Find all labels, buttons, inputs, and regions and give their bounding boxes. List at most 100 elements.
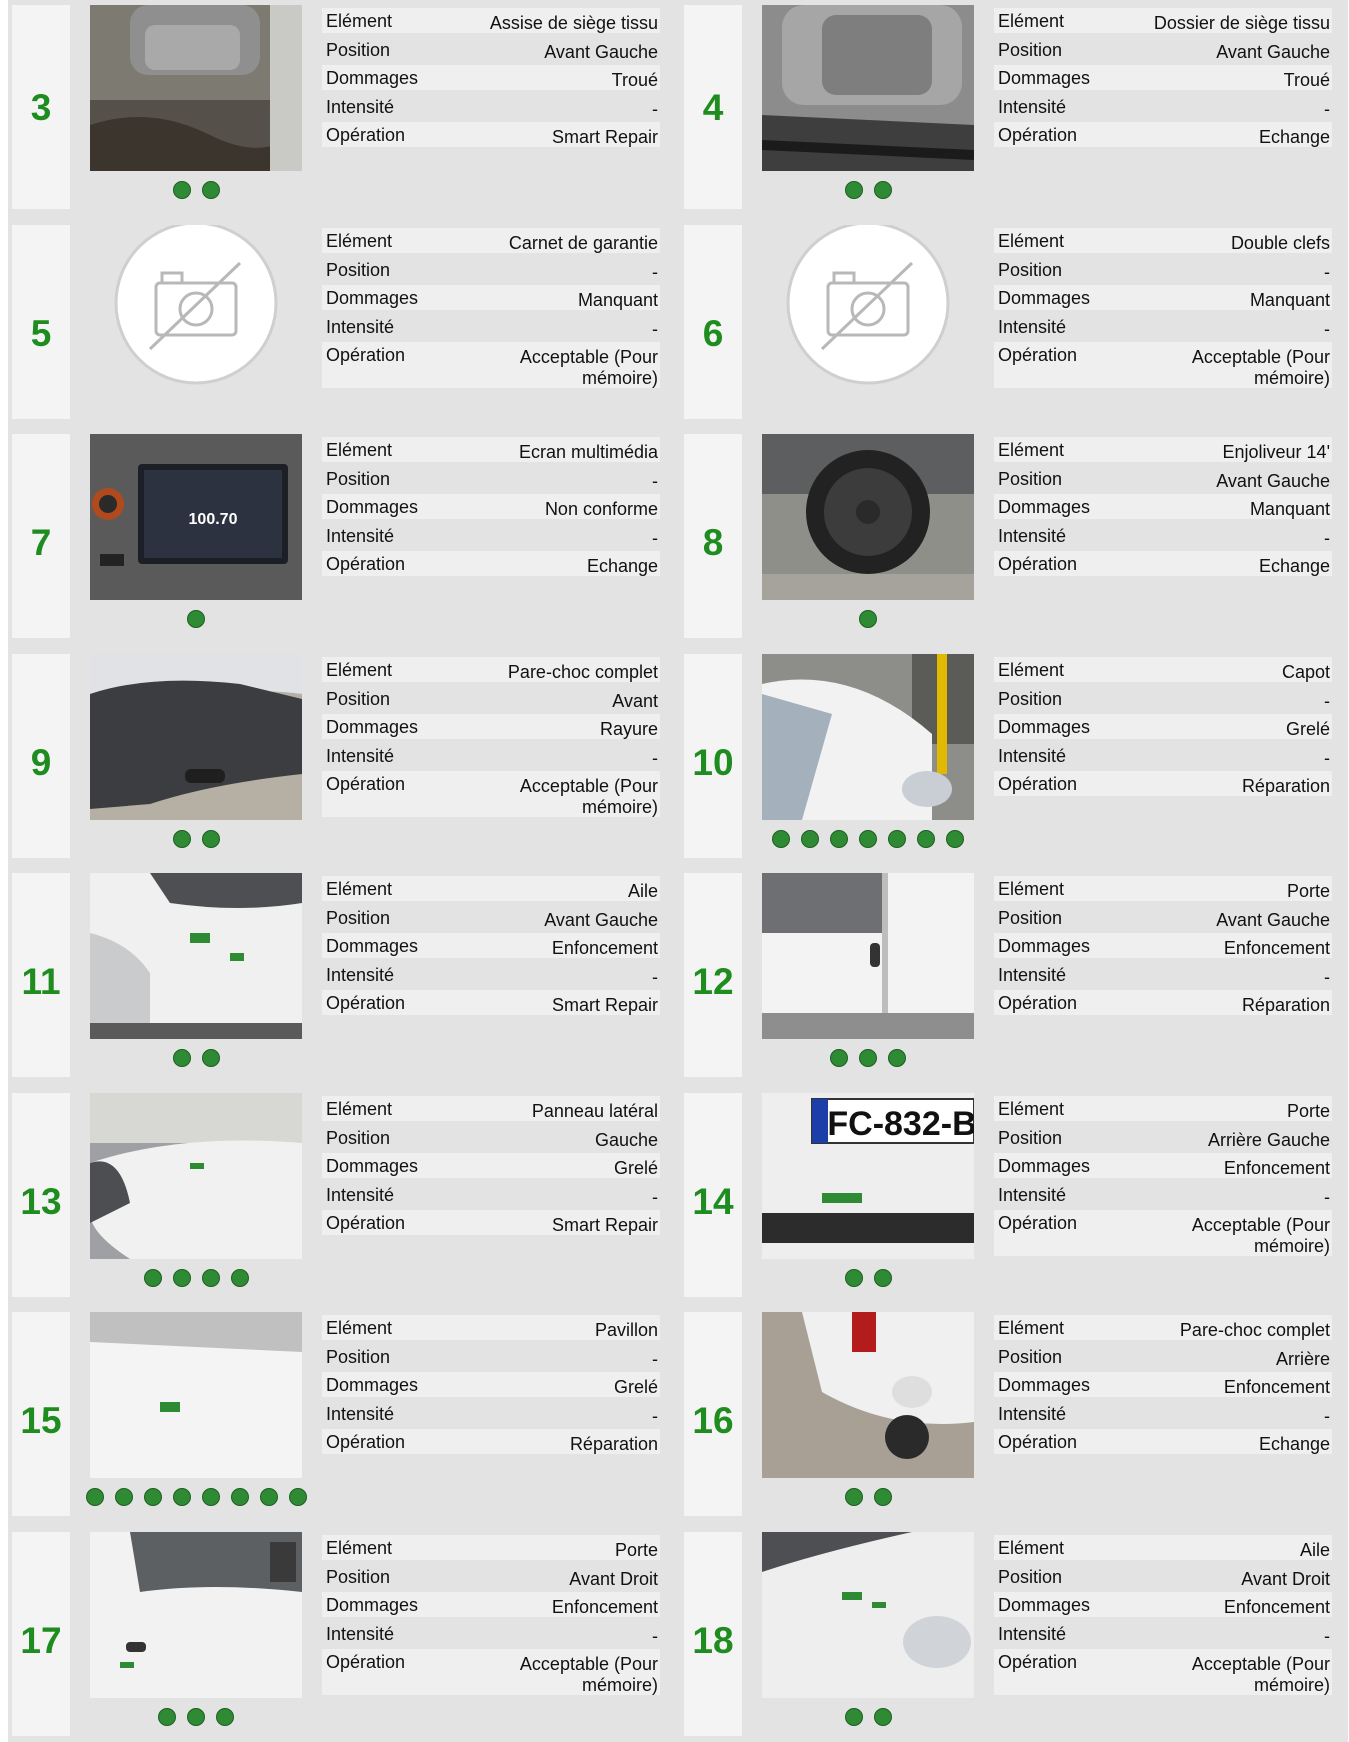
photo-dot[interactable] <box>201 1049 220 1067</box>
detail-row-operation: Opération Acceptable (Pour mémoire) <box>322 1649 660 1695</box>
detail-label: Position <box>326 260 391 280</box>
right-door-photo[interactable] <box>90 1532 302 1698</box>
photo-dot[interactable] <box>873 1708 892 1726</box>
detail-label: Position <box>326 40 391 60</box>
item-number: 13 <box>20 1181 62 1222</box>
photo-dot[interactable] <box>187 1708 205 1726</box>
photo-dot[interactable] <box>873 1269 892 1287</box>
photo-dot[interactable] <box>172 1049 191 1067</box>
seat-cushion-photo[interactable] <box>90 5 302 171</box>
detail-label: Dommages <box>326 68 419 88</box>
photo-dot[interactable] <box>259 1488 278 1506</box>
photo-dot[interactable] <box>230 1488 249 1506</box>
photo-dot[interactable] <box>859 830 877 848</box>
detail-value: Arrière <box>1275 1349 1330 1369</box>
detail-row-dommages: Dommages Manquant <box>322 285 660 310</box>
detail-value: Smart Repair <box>551 995 658 1015</box>
detail-row-dommages: Dommages Rayure <box>322 714 660 739</box>
side-panel-photo[interactable] <box>90 1093 302 1259</box>
photo-dot[interactable] <box>772 830 790 848</box>
detail-label: Elément <box>326 1538 393 1558</box>
detail-row-operation: Opération Réparation <box>994 771 1332 796</box>
detail-label: Dommages <box>326 288 419 308</box>
photo-pager <box>84 830 308 852</box>
photo-dot[interactable] <box>143 1269 162 1287</box>
detail-row-dommages: Dommages Grelé <box>322 1372 660 1397</box>
photo-pager <box>756 181 980 203</box>
photo-dot[interactable] <box>873 181 892 199</box>
door-photo[interactable] <box>762 873 974 1039</box>
detail-label: Elément <box>998 660 1065 680</box>
photo-dot[interactable] <box>201 1269 220 1287</box>
seat-back-photo[interactable] <box>762 5 974 171</box>
detail-label: Opération <box>998 774 1078 794</box>
photo-dot[interactable] <box>172 1269 191 1287</box>
photo-dot[interactable] <box>172 1488 191 1506</box>
detail-value: Aile <box>1299 1540 1330 1560</box>
photo-dot[interactable] <box>201 181 220 199</box>
detail-label: Elément <box>326 231 393 251</box>
detail-label: Elément <box>998 879 1065 899</box>
no-photo-icon[interactable] <box>90 225 302 391</box>
photo-dot[interactable] <box>917 830 935 848</box>
photo-dot[interactable] <box>859 610 877 628</box>
radio-screen-photo[interactable]: 100.70 <box>90 434 302 600</box>
photo-dot[interactable] <box>946 830 964 848</box>
photo-dot[interactable] <box>844 1488 863 1506</box>
photo-dot[interactable] <box>143 1488 162 1506</box>
item-number-cell: 12 <box>684 873 742 1077</box>
detail-label: Intensité <box>998 1185 1067 1205</box>
photo-dot[interactable] <box>801 830 819 848</box>
damage-card: 9 Elément Pare-choc complet Position Avant D… <box>8 654 679 858</box>
bumper-photo[interactable] <box>90 654 302 820</box>
fender-photo[interactable] <box>90 873 302 1039</box>
rear-door-photo[interactable]: FC-832-B <box>762 1093 974 1259</box>
wheel-photo[interactable] <box>762 434 974 600</box>
detail-row-intensite: Intensité - <box>322 1182 660 1207</box>
detail-label: Intensité <box>998 1404 1067 1424</box>
hood-photo[interactable] <box>762 654 974 820</box>
photo-dot[interactable] <box>230 1269 249 1287</box>
detail-label: Position <box>326 1128 391 1148</box>
photo-dot[interactable] <box>201 830 220 848</box>
detail-value: Réparation <box>569 1434 658 1454</box>
detail-value: - <box>652 262 658 282</box>
detail-row-position: Position Avant Gauche <box>322 905 660 930</box>
photo-dot[interactable] <box>201 1488 220 1506</box>
roof-photo[interactable] <box>90 1312 302 1478</box>
photo-dot[interactable] <box>158 1708 176 1726</box>
no-photo-icon[interactable] <box>762 225 974 391</box>
photo-dot[interactable] <box>844 181 863 199</box>
photo-dot[interactable] <box>172 830 191 848</box>
photo-dot[interactable] <box>844 1708 863 1726</box>
rear-bumper-photo[interactable] <box>762 1312 974 1478</box>
photo-dot[interactable] <box>888 830 906 848</box>
photo-dot[interactable] <box>114 1488 133 1506</box>
photo-dot[interactable] <box>830 830 848 848</box>
detail-value: Assise de siège tissu <box>489 13 658 33</box>
detail-value: Avant Droit <box>1241 1569 1330 1589</box>
detail-row-dommages: Dommages Troué <box>322 65 660 90</box>
detail-row-operation: Opération Réparation <box>994 990 1332 1015</box>
detail-label: Elément <box>326 440 393 460</box>
photo-dot[interactable] <box>873 1488 892 1506</box>
photo-dot[interactable] <box>830 1049 848 1067</box>
right-fender-photo[interactable] <box>762 1532 974 1698</box>
detail-value: Avant Droit <box>569 1569 658 1589</box>
photo-dot[interactable] <box>288 1488 307 1506</box>
photo-dot[interactable] <box>85 1488 104 1506</box>
detail-row-operation: Opération Smart Repair <box>322 990 660 1015</box>
photo-dot[interactable] <box>172 181 191 199</box>
photo-dot[interactable] <box>844 1269 863 1287</box>
detail-value: Grelé <box>613 1377 658 1397</box>
detail-label: Dommages <box>998 1595 1091 1615</box>
detail-value: Enjoliveur 14' <box>1222 442 1331 462</box>
detail-label: Intensité <box>998 526 1067 546</box>
photo-dot[interactable] <box>216 1708 234 1726</box>
detail-value: - <box>1324 99 1330 119</box>
detail-value: Porte <box>614 1540 658 1560</box>
photo-dot[interactable] <box>888 1049 906 1067</box>
photo-dot[interactable] <box>859 1049 877 1067</box>
photo-dot[interactable] <box>187 610 205 628</box>
detail-row-intensite: Intensité - <box>994 1182 1332 1207</box>
